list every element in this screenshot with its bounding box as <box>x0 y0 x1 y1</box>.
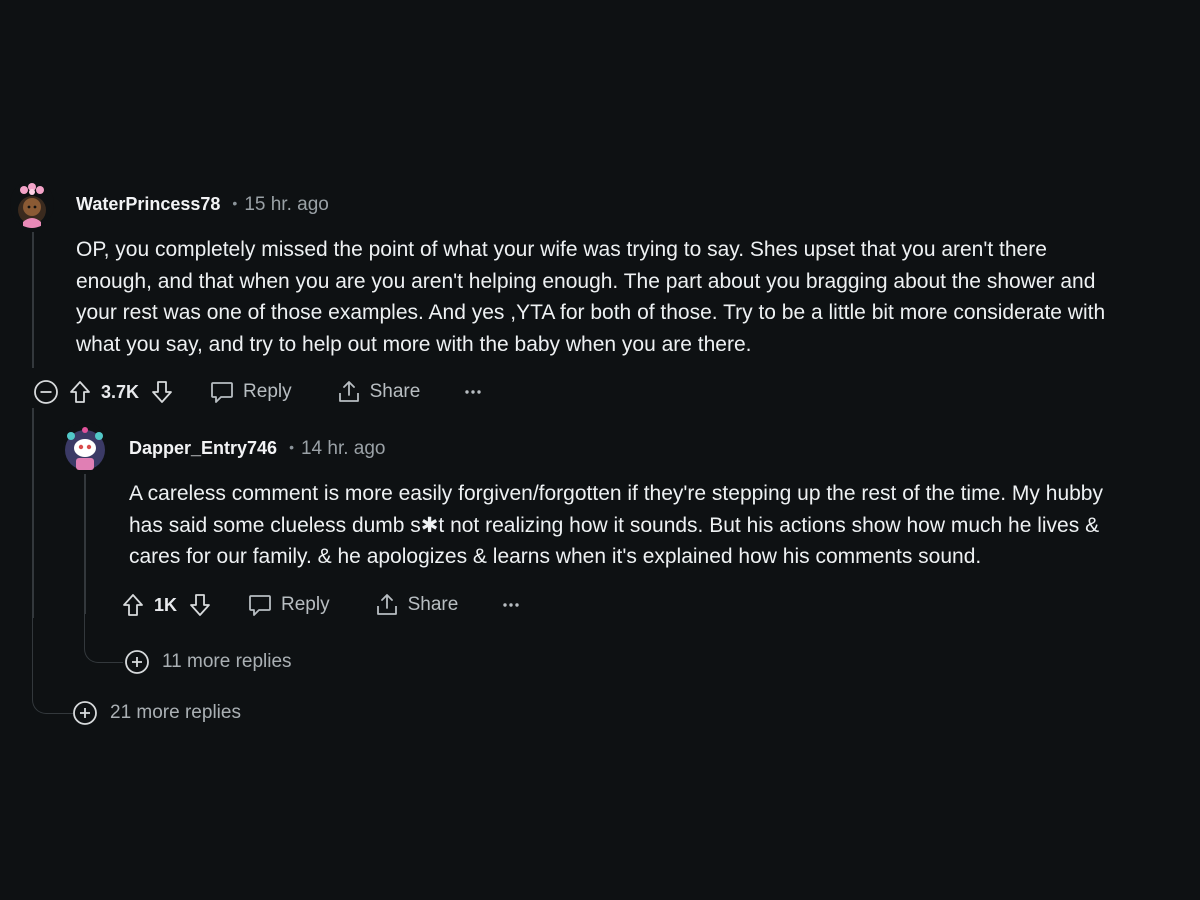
comment-body: OP, you completely missed the point of w… <box>76 234 1186 360</box>
comment-actions: 3.7K Reply Share <box>33 376 482 408</box>
share-icon <box>338 381 359 402</box>
upvote-button[interactable] <box>69 380 91 404</box>
downvote-button[interactable] <box>189 593 211 617</box>
comment-body-line: OP, you completely missed the point of w… <box>76 238 1047 261</box>
comment-body-line: your rest was one of those examples. And… <box>76 301 1106 324</box>
expand-icon <box>73 701 97 725</box>
downvote-icon <box>152 381 172 403</box>
upvote-icon <box>123 594 143 616</box>
username[interactable]: WaterPrincess78 <box>76 194 220 215</box>
thread-curve-root <box>32 618 73 714</box>
comment-body-line: has said some clueless dumb s✱t not real… <box>129 513 1100 537</box>
comment-body-line: enough, and that when you are you aren't… <box>76 269 1096 293</box>
more-replies-link[interactable]: 21 more replies <box>72 699 241 727</box>
share-icon <box>376 594 397 615</box>
meta-separator: • <box>289 439 294 455</box>
overflow-menu-icon <box>465 390 482 394</box>
reply-label: Reply <box>281 594 330 615</box>
thread-line-main-lower[interactable] <box>32 408 34 618</box>
share-label: Share <box>369 381 421 402</box>
overflow-menu-button[interactable] <box>502 602 520 608</box>
timestamp[interactable]: 15 hr. ago <box>244 194 329 216</box>
collapse-button[interactable] <box>33 379 59 405</box>
comment-meta: Dapper_Entry746 • 14 hr. ago <box>129 438 386 460</box>
avatar[interactable] <box>10 180 54 228</box>
more-replies-label: 11 more replies <box>162 651 292 672</box>
reply-label: Reply <box>243 381 292 402</box>
reply-button[interactable]: Reply <box>209 379 292 405</box>
comment-body-line: A careless comment is more easily forgiv… <box>129 482 1103 505</box>
collapse-icon <box>34 380 58 404</box>
share-label: Share <box>407 594 459 615</box>
overflow-menu-button[interactable] <box>464 389 482 395</box>
thread-curve-reply <box>84 614 123 663</box>
comment-body-line: cares for our family. & he apologizes & … <box>129 545 982 568</box>
thread-line-main[interactable] <box>32 232 34 368</box>
upvote-icon <box>70 381 90 403</box>
reply-icon <box>249 595 271 616</box>
overflow-menu-icon <box>503 603 519 607</box>
vote-score: 3.7K <box>101 381 140 402</box>
vote-score: 1K <box>154 594 178 615</box>
share-button[interactable]: Share <box>336 379 421 405</box>
meta-separator: • <box>232 195 238 211</box>
comment-actions: 1K Reply Share <box>122 589 520 621</box>
comment-thread: WaterPrincess78 • 15 hr. ago OP, you com… <box>0 0 1200 900</box>
comment-body: A careless comment is more easily forgiv… <box>129 478 1189 573</box>
comment-body-line: what you say, and try to help out more w… <box>76 332 752 356</box>
upvote-button[interactable] <box>122 593 144 617</box>
expand-icon <box>125 650 149 674</box>
comment-meta: WaterPrincess78 • 15 hr. ago <box>76 194 329 216</box>
downvote-button[interactable] <box>151 380 173 404</box>
avatar-image <box>10 180 54 228</box>
more-replies-label: 21 more replies <box>110 702 241 723</box>
more-replies-link[interactable]: 11 more replies <box>124 648 292 676</box>
reply-button[interactable]: Reply <box>247 592 330 618</box>
reply-icon <box>211 382 233 403</box>
downvote-icon <box>190 594 210 616</box>
timestamp[interactable]: 14 hr. ago <box>301 438 386 460</box>
share-button[interactable]: Share <box>374 592 459 618</box>
avatar-image <box>62 422 108 472</box>
thread-line-reply[interactable] <box>84 474 86 614</box>
username[interactable]: Dapper_Entry746 <box>129 438 277 459</box>
avatar[interactable] <box>62 422 108 472</box>
